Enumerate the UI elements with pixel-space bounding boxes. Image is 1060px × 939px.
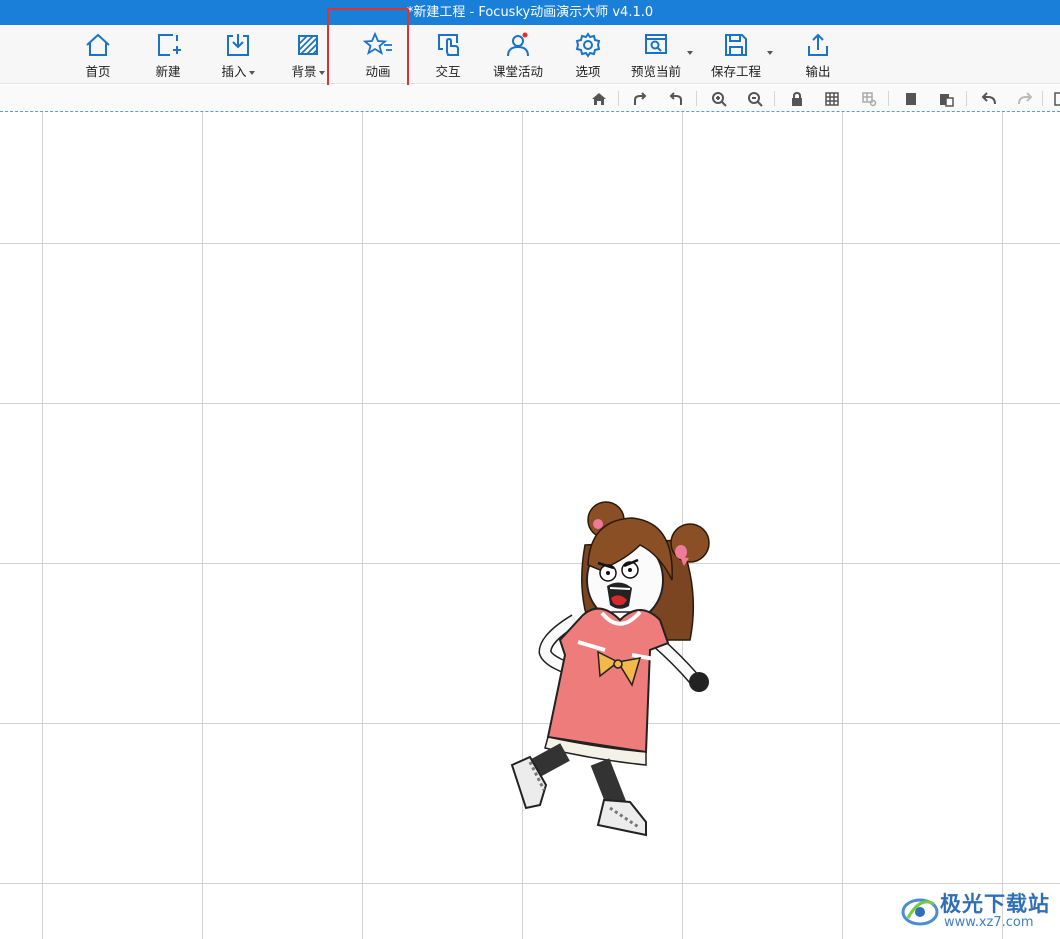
gear-icon [573,30,603,60]
home-icon [83,30,113,60]
insert-icon [223,30,253,60]
background-dropdown-caret-icon [318,70,325,75]
save-project-button[interactable]: 保存工程 [708,25,764,84]
new-button[interactable]: 新建 [148,25,188,84]
watermark-brand: 极光下载站 [940,892,1050,916]
home-button[interactable]: 首页 [78,25,118,84]
export-button[interactable]: 输出 [798,25,838,84]
watermark-url: www.xz7.com [944,915,1034,930]
rotate-left-icon[interactable] [666,89,686,109]
preview-current-label: 预览当前 [630,64,681,79]
paste-icon[interactable] [936,89,956,109]
class-activity-button[interactable]: 课堂活动 [490,25,546,84]
interaction-label: 交互 [435,64,461,79]
grid-settings-icon[interactable] [859,89,879,109]
zoom-out-icon[interactable] [745,89,765,109]
focusky-app-window: *新建工程 - Focusky动画演示大师 v4.1.0 首页 新建 插入 背景… [0,0,1060,939]
save-dropdown-caret-icon[interactable] [767,51,773,55]
interaction-hand-icon [433,30,463,60]
insert-button[interactable]: 插入 [216,25,260,84]
options-button[interactable]: 选项 [570,25,606,84]
cartoon-girl-character[interactable] [510,501,710,837]
preview-current-button[interactable]: 预览当前 [628,25,684,84]
watermark: 极光下载站 www.xz7.com [900,888,1055,934]
class-activity-person-icon [503,30,533,60]
insert-dropdown-caret-icon [248,70,255,75]
copy-icon[interactable] [901,89,921,109]
canvas-grid [0,112,1060,939]
new-label: 新建 [155,64,181,79]
background-button[interactable]: 背景 [286,25,330,84]
grid-icon[interactable] [822,89,842,109]
lock-icon[interactable] [787,89,807,109]
preview-magnifier-icon [641,30,671,60]
watermark-logo-icon [901,898,939,926]
zoom-in-icon[interactable] [709,89,729,109]
main-ribbon: 首页 新建 插入 背景 动画 交互 课堂活动 选项 预览当前 保存工程 输出 [0,25,1060,84]
insert-label: 插入 [221,64,247,79]
animation-highlight-box [327,8,409,96]
options-label: 选项 [575,64,601,79]
undo-icon[interactable] [979,89,999,109]
redo-icon[interactable] [1015,89,1035,109]
title-bar: *新建工程 - Focusky动画演示大师 v4.1.0 [0,0,1060,25]
save-disk-icon [721,30,751,60]
export-upload-icon [803,30,833,60]
home-view-icon[interactable] [589,89,609,109]
preview-dropdown-caret-icon[interactable] [687,51,693,55]
window-title: *新建工程 - Focusky动画演示大师 v4.1.0 [406,5,654,20]
canvas-toolbar [0,85,1060,112]
editing-canvas[interactable] [0,112,1060,939]
new-file-icon [153,30,183,60]
background-icon [293,30,323,60]
rotate-right-icon[interactable] [630,89,650,109]
home-label: 首页 [85,64,111,79]
class-activity-label: 课堂活动 [492,64,543,79]
interaction-button[interactable]: 交互 [428,25,468,84]
export-label: 输出 [805,64,831,79]
save-project-label: 保存工程 [710,64,761,79]
more-tools-icon[interactable] [1049,89,1060,109]
background-label: 背景 [291,64,317,79]
